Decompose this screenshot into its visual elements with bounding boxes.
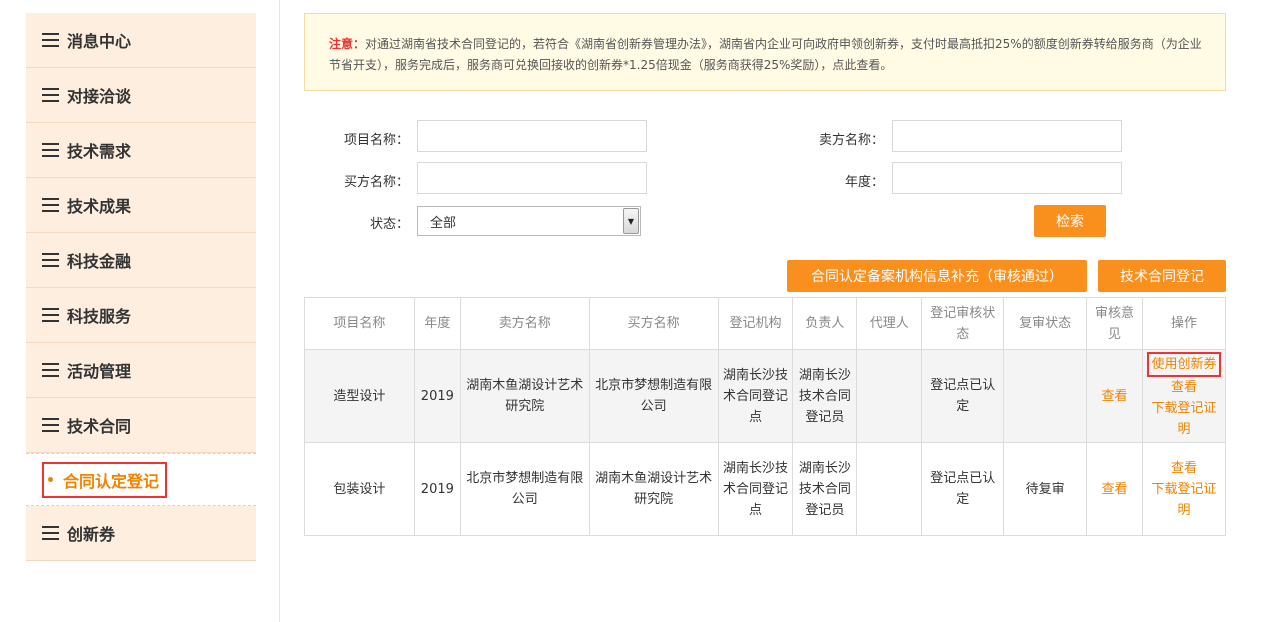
sidebar-item-activity-management[interactable]: 活动管理: [26, 343, 256, 398]
menu-icon: [42, 253, 59, 267]
cell-review-status: 待复审: [1003, 442, 1088, 536]
use-coupon-link[interactable]: 使用创新券: [1147, 352, 1221, 377]
project-name-label: 项目名称：: [343, 133, 409, 148]
divider: [279, 0, 280, 622]
sidebar-item-message-center[interactable]: 消息中心: [26, 13, 256, 68]
chevron-down-icon[interactable]: ▼: [623, 208, 639, 234]
sidebar-subitem-container: 合同认定登记: [26, 453, 256, 506]
sidebar-item-tech-finance[interactable]: 科技金融: [26, 233, 256, 288]
column-header: 年度: [413, 297, 461, 350]
menu-icon: [42, 143, 59, 157]
status-select[interactable]: 全部 ▼: [417, 206, 641, 236]
download-certificate-link[interactable]: 下载登记证明: [1147, 398, 1221, 440]
column-header: 买方名称: [588, 297, 719, 350]
notice-banner[interactable]: 注意：对通过湖南省技术合同登记的，若符合《湖南省创新券管理办法》，湖南省内企业可…: [304, 13, 1226, 91]
sidebar-item-label: 技术合同: [67, 417, 132, 436]
table-row: 包装设计 2019 北京市梦想制造有限公司 湖南木鱼湖设计艺术研究院 湖南长沙技…: [304, 442, 1226, 536]
menu-icon: [42, 418, 59, 432]
column-header: 登记审核状态: [921, 297, 1005, 350]
menu-icon: [42, 198, 59, 212]
buyer-name-input[interactable]: [417, 162, 647, 194]
download-certificate-link[interactable]: 下载登记证明: [1147, 479, 1221, 521]
column-header: 卖方名称: [459, 297, 590, 350]
cell-buyer: 北京市梦想制造有限公司: [588, 349, 719, 443]
sidebar-item-label: 创新券: [67, 525, 116, 544]
cell-owner: 湖南长沙技术合同登记员: [792, 349, 858, 443]
table-header-row: 项目名称 年度 卖方名称 买方名称 登记机构 负责人 代理人 登记审核状态 复审…: [304, 297, 1226, 350]
sidebar-item-label: 消息中心: [67, 32, 132, 51]
menu-icon: [42, 88, 59, 102]
cell-audit-status: 登记点已认定: [921, 442, 1005, 536]
cell-org: 湖南长沙技术合同登记点: [717, 442, 794, 536]
cell-opinion: 查看: [1086, 349, 1143, 443]
cell-agent: [856, 442, 923, 536]
cell-project: 造型设计: [304, 349, 415, 443]
cell-review-status: [1003, 349, 1088, 443]
status-label: 状态：: [369, 217, 409, 232]
cell-opinion: 查看: [1086, 442, 1143, 536]
sidebar-item-label: 科技金融: [67, 252, 132, 271]
view-opinion-link[interactable]: 查看: [1091, 479, 1138, 500]
year-label: 年度：: [844, 175, 884, 190]
cell-owner: 湖南长沙技术合同登记员: [792, 442, 858, 536]
cell-operations: 使用创新券 查看 下载登记证明: [1142, 349, 1226, 443]
year-input[interactable]: [892, 162, 1122, 194]
cell-operations: 查看 下载登记证明: [1142, 442, 1226, 536]
column-header: 登记机构: [717, 297, 794, 350]
sidebar-subitem-label: 合同认定登记: [63, 471, 160, 491]
column-header: 项目名称: [304, 297, 415, 350]
sidebar-item-label: 对接洽谈: [67, 87, 132, 106]
project-name-input[interactable]: [417, 120, 647, 152]
cell-year: 2019: [413, 349, 461, 443]
view-link[interactable]: 查看: [1147, 377, 1221, 398]
notice-text: 对通过湖南省技术合同登记的，若符合《湖南省创新券管理办法》，湖南省内企业可向政府…: [329, 37, 1202, 72]
column-header: 复审状态: [1003, 297, 1088, 350]
seller-name-input[interactable]: [892, 120, 1122, 152]
sidebar-subitem-contract-registration[interactable]: 合同认定登记: [42, 461, 168, 498]
contract-register-button[interactable]: 技术合同登记: [1098, 260, 1226, 292]
bullet-icon: [48, 477, 53, 482]
sidebar-item-negotiation[interactable]: 对接洽谈: [26, 68, 256, 123]
menu-icon: [42, 33, 59, 47]
column-header: 负责人: [792, 297, 858, 350]
sidebar-item-innovation-coupon[interactable]: 创新券: [26, 506, 256, 561]
cell-seller: 湖南木鱼湖设计艺术研究院: [459, 349, 590, 443]
sidebar-item-tech-achievement[interactable]: 技术成果: [26, 178, 256, 233]
column-header: 审核意见: [1086, 297, 1143, 350]
cell-audit-status: 登记点已认定: [921, 349, 1005, 443]
sidebar-item-label: 活动管理: [67, 362, 132, 381]
buyer-name-label: 买方名称：: [343, 175, 409, 190]
view-link[interactable]: 查看: [1147, 458, 1221, 479]
sidebar-item-label: 技术需求: [67, 142, 132, 161]
cell-org: 湖南长沙技术合同登记点: [717, 349, 794, 443]
menu-icon: [42, 363, 59, 377]
notice-label: 注意：: [329, 37, 366, 51]
column-header: 代理人: [856, 297, 923, 350]
cell-agent: [856, 349, 923, 443]
supplement-info-button[interactable]: 合同认定备案机构信息补充（审核通过）: [787, 260, 1087, 292]
sidebar-item-label: 科技服务: [67, 307, 132, 326]
sidebar-item-tech-demand[interactable]: 技术需求: [26, 123, 256, 178]
sidebar-item-tech-service[interactable]: 科技服务: [26, 288, 256, 343]
table-row: 造型设计 2019 湖南木鱼湖设计艺术研究院 北京市梦想制造有限公司 湖南长沙技…: [304, 349, 1226, 443]
search-button[interactable]: 检索: [1034, 205, 1106, 237]
cell-project: 包装设计: [304, 442, 415, 536]
menu-icon: [42, 308, 59, 322]
menu-icon: [42, 526, 59, 540]
contract-table: 项目名称 年度 卖方名称 买方名称 登记机构 负责人 代理人 登记审核状态 复审…: [304, 297, 1226, 536]
sidebar-menu: 消息中心 对接洽谈 技术需求 技术成果 科技金融 科技服务 活动管理 技术合同 …: [26, 13, 256, 561]
seller-name-label: 卖方名称：: [818, 133, 884, 148]
sidebar-item-tech-contract[interactable]: 技术合同: [26, 398, 256, 453]
status-select-value: 全部: [430, 215, 457, 231]
sidebar-item-label: 技术成果: [67, 197, 132, 216]
column-header: 操作: [1142, 297, 1226, 350]
cell-buyer: 湖南木鱼湖设计艺术研究院: [588, 442, 719, 536]
cell-year: 2019: [413, 442, 461, 536]
cell-seller: 北京市梦想制造有限公司: [459, 442, 590, 536]
view-opinion-link[interactable]: 查看: [1091, 386, 1138, 407]
